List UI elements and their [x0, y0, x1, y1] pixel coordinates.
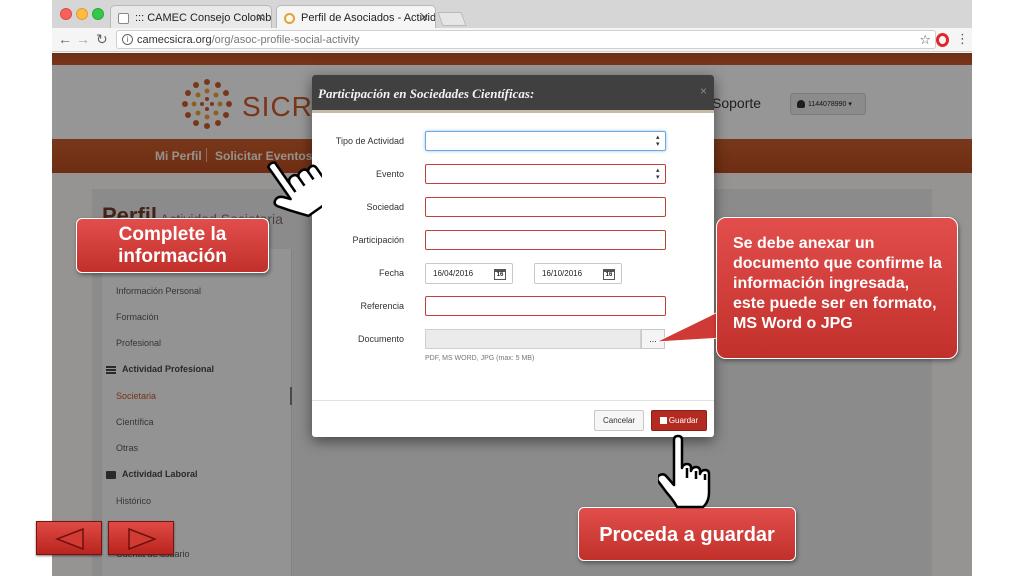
reload-icon[interactable]: ↻	[96, 31, 108, 48]
page-favicon-icon	[118, 13, 129, 24]
fecha-fin-input[interactable]: 16/10/2016 16	[534, 263, 622, 284]
url-input[interactable]: i camecsicra.org/org/asoc-profile-social…	[116, 30, 936, 49]
url-domain: camecsicra.org	[137, 34, 212, 46]
arrow-right-icon	[128, 528, 157, 550]
next-slide-button[interactable]	[108, 521, 174, 555]
save-disk-icon	[659, 417, 667, 424]
callout-anexar-documento: Se debe anexar un documento que confirme…	[716, 217, 958, 359]
save-button[interactable]: Guardar	[651, 410, 707, 431]
url-path: /org/asoc-profile-social-activity	[211, 34, 360, 46]
save-button-label: Guardar	[668, 416, 699, 425]
sociedad-label: Sociedad	[366, 202, 404, 212]
url-text: camecsicra.org/org/asoc-profile-social-a…	[137, 34, 360, 46]
previous-slide-button[interactable]	[36, 521, 102, 555]
tab-close-icon[interactable]: ✕	[256, 11, 265, 24]
referencia-label: Referencia	[360, 301, 404, 311]
tipo-actividad-select[interactable]	[425, 131, 666, 151]
evento-label: Evento	[375, 169, 404, 179]
fecha-fin-value: 16/10/2016	[542, 269, 583, 278]
address-bar: ← → ↻ i camecsicra.org/org/asoc-profile-…	[52, 28, 972, 52]
close-icon[interactable]: ×	[700, 84, 707, 98]
documento-label: Documento	[357, 334, 404, 344]
close-window-icon[interactable]	[60, 8, 72, 20]
maximize-window-icon[interactable]	[92, 8, 104, 20]
arrow-left-icon	[55, 528, 84, 550]
participacion-input[interactable]	[425, 230, 666, 250]
documento-help-text: PDF, MS WORD, JPG (max: 5 MB)	[425, 355, 535, 362]
calendar-icon[interactable]: 16	[494, 269, 506, 280]
tipo-actividad-label: Tipo de Actividad	[335, 136, 404, 146]
tab-label: ::: CAMEC Consejo Colombian	[135, 12, 272, 24]
fecha-inicio-input[interactable]: 16/04/2016 16	[425, 263, 513, 284]
tab-bar: ::: CAMEC Consejo Colombian ✕ Perfil de …	[52, 0, 972, 30]
sociedad-input[interactable]	[425, 197, 666, 217]
participation-modal: Participación en Sociedades Científicas:…	[312, 75, 714, 437]
bookmark-star-icon[interactable]: ☆	[919, 32, 931, 48]
documento-file-input[interactable]	[425, 329, 641, 349]
sicra-favicon-icon	[284, 13, 295, 24]
tab-perfil-asociados[interactable]: Perfil de Asociados - Actividad ✕	[276, 5, 436, 30]
fecha-label: Fecha	[378, 268, 404, 278]
calendar-icon[interactable]: 16	[603, 269, 615, 280]
callout-proceda-guardar: Proceda a guardar	[578, 507, 796, 561]
participacion-label: Participación	[352, 235, 404, 245]
referencia-input[interactable]	[425, 296, 666, 316]
tutorial-slide: ::: CAMEC Consejo Colombian ✕ Perfil de …	[0, 0, 1024, 576]
evento-select[interactable]	[425, 164, 666, 184]
tab-camec[interactable]: ::: CAMEC Consejo Colombian ✕	[110, 5, 272, 30]
back-arrow-icon[interactable]: ←	[58, 31, 72, 47]
cancel-button[interactable]: Cancelar	[594, 410, 644, 431]
tab-label: Perfil de Asociados - Actividad	[301, 12, 436, 24]
minimize-window-icon[interactable]	[76, 8, 88, 20]
tab-close-icon[interactable]: ✕	[420, 11, 429, 24]
modal-footer-divider	[312, 400, 714, 401]
modal-header: Participación en Sociedades Científicas:…	[312, 75, 714, 113]
new-tab-button[interactable]	[437, 12, 467, 26]
callout-complete-info: Complete la información	[76, 218, 269, 273]
modal-title: Participación en Sociedades Científicas:	[318, 86, 535, 101]
more-menu-icon[interactable]: ⋮	[956, 31, 969, 47]
forward-arrow-icon[interactable]: →	[76, 31, 90, 47]
opera-extension-icon[interactable]	[936, 33, 949, 47]
callout-pointer-tail	[656, 309, 722, 343]
hand-pointer-icon	[267, 161, 322, 218]
hand-pointer-icon	[658, 434, 711, 509]
info-icon[interactable]: i	[122, 34, 133, 45]
fecha-inicio-value: 16/04/2016	[433, 269, 474, 278]
